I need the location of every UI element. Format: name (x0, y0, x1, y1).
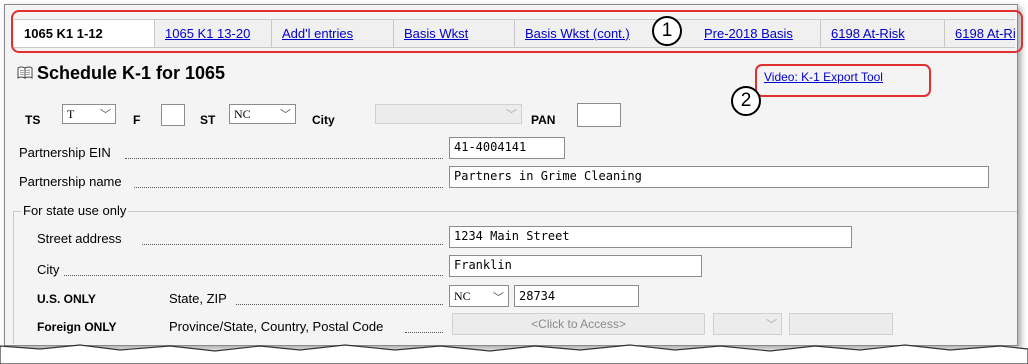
form-title: Schedule K-1 for 1065 (37, 63, 226, 83)
callout-1: 1 (652, 16, 682, 46)
book-icon (17, 66, 33, 79)
foreign-only-label: Foreign ONLY (37, 320, 117, 334)
pan-label: PAN (531, 113, 556, 127)
callout-2: 2 (731, 86, 761, 116)
f-field[interactable] (161, 104, 185, 126)
state-use-group-title: For state use only (21, 203, 129, 218)
us-only-label: U.S. ONLY (37, 292, 96, 306)
leader-dots (142, 243, 443, 245)
screenshot-canvas: 1065 K1 1-12 1065 K1 13-20 Add'l entries… (0, 0, 1028, 364)
city-state-label: City (37, 262, 60, 277)
partnership-ein-field[interactable]: 41-4004141 (449, 137, 565, 159)
tab-highlight-box (11, 10, 1023, 53)
leader-dots (236, 303, 443, 305)
street-address-label: Street address (37, 231, 122, 246)
partnership-name-field[interactable]: Partners in Grime Cleaning (449, 166, 989, 188)
f-label: F (133, 113, 141, 127)
ts-select[interactable]: T ﹀ (62, 104, 116, 124)
chevron-down-icon: ﹀ (766, 319, 777, 331)
city-label: City (312, 113, 335, 127)
street-address-field[interactable]: 1234 Main Street (449, 226, 852, 248)
leader-dots (64, 274, 443, 276)
leader-dots (405, 331, 443, 333)
chevron-down-icon: ﹀ (100, 109, 111, 121)
pan-field[interactable] (577, 103, 621, 127)
st-select-value: NC (234, 107, 251, 121)
zip-field[interactable]: 28734 (514, 285, 639, 307)
chevron-down-icon: ﹀ (506, 109, 517, 121)
partnership-ein-label: Partnership EIN (19, 145, 111, 160)
city-field[interactable]: Franklin (449, 255, 702, 277)
province-field[interactable]: <Click to Access> (452, 313, 705, 335)
country-select[interactable]: ﹀ (713, 313, 782, 335)
postal-code-field[interactable] (789, 313, 893, 335)
ts-label: TS (25, 113, 41, 127)
state-select-value: NC (454, 289, 471, 303)
chevron-down-icon: ﹀ (493, 292, 504, 304)
leader-dots (134, 186, 443, 188)
torn-edge-decoration (0, 344, 1028, 364)
state-zip-label: State, ZIP (169, 291, 227, 306)
st-select[interactable]: NC ﹀ (229, 104, 296, 124)
leader-dots (125, 157, 443, 159)
city-select[interactable]: ﹀ (375, 104, 522, 124)
state-select[interactable]: NC ﹀ (449, 285, 509, 307)
st-label: ST (200, 113, 216, 127)
foreign-province-label: Province/State, Country, Postal Code (169, 319, 384, 334)
ts-select-value: T (67, 107, 75, 121)
chevron-down-icon: ﹀ (280, 109, 291, 121)
video-k1-export-link[interactable]: Video: K-1 Export Tool (764, 70, 883, 84)
partnership-name-label: Partnership name (19, 174, 122, 189)
